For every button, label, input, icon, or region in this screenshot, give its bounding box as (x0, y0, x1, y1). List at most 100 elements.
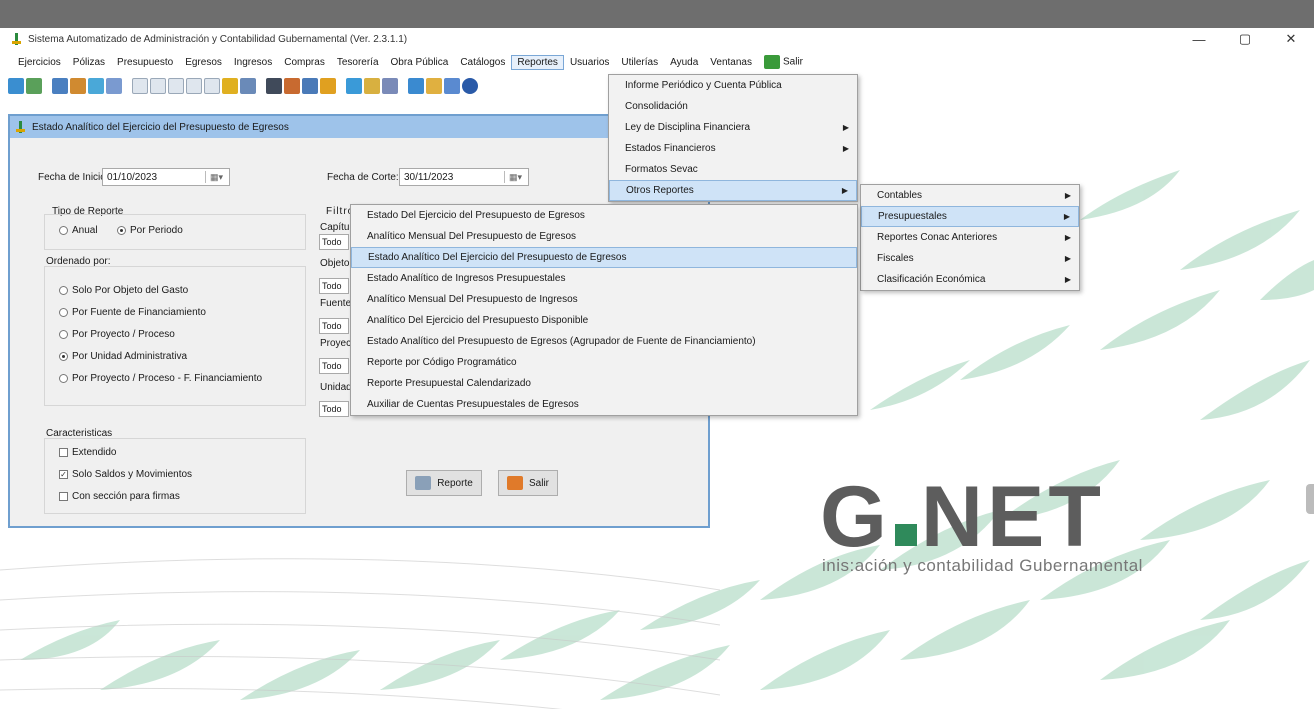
minimize-button[interactable]: — (1176, 28, 1222, 50)
document-icon[interactable] (106, 78, 122, 94)
calendar-dropdown-icon[interactable]: ▦▾ (504, 171, 526, 183)
menu-item-clasificacion-economica[interactable]: Clasificación Económica ▶ (861, 269, 1079, 290)
filter-objeto-field[interactable]: Todo (319, 278, 349, 294)
menu-item-estados-financieros[interactable]: Estados Financieros ▶ (609, 138, 857, 159)
ordenado-option-label: Solo Por Objeto del Gasto (72, 285, 189, 296)
tasks-icon[interactable] (382, 78, 398, 94)
form-icon[interactable] (204, 78, 220, 94)
refresh-icon[interactable] (8, 78, 24, 94)
menu-obra-publica[interactable]: Obra Pública (385, 55, 455, 70)
filter-label: Objeto (320, 258, 350, 269)
menu-item-report[interactable]: Estado Del Ejercicio del Presupuesto de … (351, 205, 857, 226)
transfer-icon[interactable] (408, 78, 424, 94)
checkbox-solo-saldos[interactable]: ✓ Solo Saldos y Movimientos (59, 469, 192, 480)
menu-egresos[interactable]: Egresos (179, 55, 228, 70)
radio-fuente-financiamiento[interactable]: Por Fuente de Financiamiento (59, 307, 206, 318)
chart-icon[interactable] (240, 78, 256, 94)
reporte-button[interactable]: Reporte (406, 470, 482, 496)
radio-anual[interactable]: Anual (59, 225, 98, 236)
ordenado-option-label: Por Fuente de Financiamiento (72, 307, 206, 318)
menu-usuarios[interactable]: Usuarios (564, 55, 615, 70)
menu-compras[interactable]: Compras (278, 55, 331, 70)
menu-item-fiscales[interactable]: Fiscales ▶ (861, 248, 1079, 269)
menu-salir[interactable]: Salir (758, 53, 809, 71)
filter-proyecto-field[interactable]: Todo (319, 358, 349, 374)
tools-icon[interactable] (364, 78, 380, 94)
checkbox-extendido[interactable]: Extendido (59, 447, 116, 458)
menu-item-label: Informe Periódico y Cuenta Pública (625, 80, 782, 91)
menu-item-formatos-sevac[interactable]: Formatos Sevac (609, 159, 857, 180)
filter-label: Capítu (320, 222, 350, 233)
menu-ingresos[interactable]: Ingresos (228, 55, 278, 70)
form-icon[interactable] (168, 78, 184, 94)
menu-item-report[interactable]: Analítico Del Ejercicio del Presupuesto … (351, 310, 857, 331)
calculator-icon[interactable] (266, 78, 282, 94)
menu-ayuda[interactable]: Ayuda (664, 55, 704, 70)
side-scroll-handle[interactable] (1306, 484, 1314, 514)
salir-button[interactable]: Salir (498, 470, 558, 496)
menu-item-report[interactable]: Reporte Presupuestal Calendarizado (351, 373, 857, 394)
calendar-dropdown-icon[interactable]: ▦▾ (205, 171, 227, 183)
salir-button-label: Salir (528, 477, 549, 489)
menu-ejercicios[interactable]: Ejercicios (12, 55, 67, 70)
filter-label: Fuente (320, 298, 352, 309)
fecha-corte-input[interactable]: 30/11/2023 ▦▾ (399, 168, 529, 186)
checkbox-checked-icon: ✓ (59, 469, 68, 479)
menu-utilerias[interactable]: Utilerías (615, 55, 664, 70)
checkbox-firmas[interactable]: Con sección para firmas (59, 491, 180, 502)
radio-proyecto-financiamiento[interactable]: Por Proyecto / Proceso - F. Financiamien… (59, 373, 262, 384)
help-icon[interactable] (462, 78, 478, 94)
menu-tesoreria[interactable]: Tesorería (331, 55, 385, 70)
dialog-title: Estado Analítico del Ejercicio del Presu… (32, 121, 289, 133)
radio-unidad-administrativa[interactable]: Por Unidad Administrativa (59, 351, 187, 362)
filter-unidad-field[interactable]: Todo (319, 401, 349, 417)
key-icon[interactable] (320, 78, 336, 94)
folder-icon[interactable] (222, 78, 238, 94)
menu-item-otros-reportes[interactable]: Otros Reportes ▶ (609, 180, 857, 201)
checkbox-label: Solo Saldos y Movimientos (72, 469, 193, 480)
menu-reportes[interactable]: Reportes (511, 54, 564, 70)
menu-item-report[interactable]: Reporte por Código Programático (351, 352, 857, 373)
submenu-arrow-icon: ▶ (842, 123, 849, 132)
bank-icon[interactable] (346, 78, 362, 94)
radio-objeto-gasto[interactable]: Solo Por Objeto del Gasto (59, 285, 188, 296)
menu-item-report[interactable]: Analítico Mensual Del Presupuesto de Ing… (351, 289, 857, 310)
menu-polizas[interactable]: Pólizas (67, 55, 111, 70)
menu-item-report[interactable]: Estado Analítico de Ingresos Presupuesta… (351, 268, 857, 289)
income-icon[interactable] (88, 78, 104, 94)
menu-item-informe-periodico[interactable]: Informe Periódico y Cuenta Pública (609, 75, 857, 96)
radio-por-periodo[interactable]: Por Periodo (117, 225, 183, 236)
close-button[interactable]: ✕ (1268, 28, 1314, 50)
menu-catalogos[interactable]: Catálogos (454, 55, 511, 70)
expense-icon[interactable] (70, 78, 86, 94)
menu-item-report[interactable]: Analítico Mensual Del Presupuesto de Egr… (351, 226, 857, 247)
menu-item-reportes-conac[interactable]: Reportes Conac Anteriores ▶ (861, 227, 1079, 248)
menu-item-report[interactable]: Estado Analítico del Presupuesto de Egre… (351, 331, 857, 352)
menu-item-report-selected[interactable]: Estado Analítico Del Ejercicio del Presu… (351, 247, 857, 268)
settings-icon[interactable] (426, 78, 442, 94)
menu-item-ley-disciplina[interactable]: Ley de Disciplina Financiera ▶ (609, 117, 857, 138)
maximize-button[interactable]: ▢ (1222, 28, 1268, 50)
budget-icon[interactable] (52, 78, 68, 94)
ledger-icon[interactable] (26, 78, 42, 94)
form-icon[interactable] (186, 78, 202, 94)
fecha-inicio-input[interactable]: 01/10/2023 ▦▾ (102, 168, 230, 186)
reporte-button-label: Reporte (437, 477, 473, 489)
form-icon[interactable] (132, 78, 148, 94)
menu-item-consolidacion[interactable]: Consolidación (609, 96, 857, 117)
window-icon[interactable] (444, 78, 460, 94)
menu-presupuesto[interactable]: Presupuesto (111, 55, 179, 70)
menu-item-presupuestales[interactable]: Presupuestales ▶ (861, 206, 1079, 227)
top-chrome-bar (0, 0, 1314, 28)
menu-ventanas[interactable]: Ventanas (704, 55, 758, 70)
form-icon[interactable] (150, 78, 166, 94)
menu-item-report[interactable]: Auxiliar de Cuentas Presupuestales de Eg… (351, 394, 857, 415)
report-icon[interactable] (284, 78, 300, 94)
filter-fuente-field[interactable]: Todo (319, 318, 349, 334)
radio-proyecto-proceso[interactable]: Por Proyecto / Proceso (59, 329, 175, 340)
menu-item-contables[interactable]: Contables ▶ (861, 185, 1079, 206)
users-icon[interactable] (302, 78, 318, 94)
radio-icon (59, 373, 68, 383)
filter-capitulo-field[interactable]: Todo (319, 234, 349, 250)
logo-subtitle: inis:ación y contabilidad Gubernamental (822, 556, 1143, 575)
